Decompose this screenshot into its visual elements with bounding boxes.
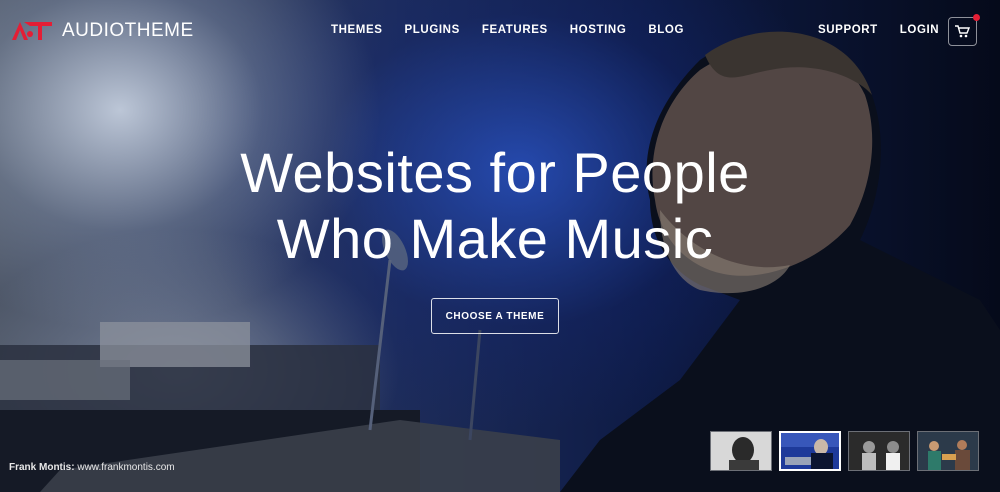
slide-thumbnail-2[interactable]: [779, 431, 841, 471]
nav-features[interactable]: FEATURES: [482, 24, 548, 36]
nav-hosting[interactable]: HOSTING: [570, 24, 627, 36]
main-menu: THEMES PLUGINS FEATURES HOSTING BLOG: [331, 24, 684, 36]
cart-notification-dot: [973, 14, 980, 21]
nav-blog[interactable]: BLOG: [648, 24, 684, 36]
top-navigation: AUDIOTHEME THEMES PLUGINS FEATURES HOSTI…: [0, 0, 1000, 62]
nav-themes[interactable]: THEMES: [331, 24, 383, 36]
choose-theme-button[interactable]: CHOOSE A THEME: [431, 298, 559, 334]
slide-thumbnail-3[interactable]: [848, 431, 910, 471]
cart-icon: [955, 25, 970, 38]
photo-credit-name: Frank Montis:: [9, 462, 75, 473]
audiotheme-logo-icon: [12, 22, 52, 40]
brand-logo[interactable]: AUDIOTHEME: [10, 20, 194, 42]
nav-login[interactable]: LOGIN: [900, 24, 939, 36]
slide-thumbnail-4[interactable]: [917, 431, 979, 471]
photo-credit-link[interactable]: www.frankmontis.com: [77, 462, 174, 473]
cart-button[interactable]: [948, 14, 980, 46]
slide-thumbnail-1[interactable]: [710, 431, 772, 471]
headline-line-2: Who Make Music: [276, 207, 714, 270]
hero-headline: Websites for People Who Make Music: [0, 140, 1000, 272]
photo-credit: Frank Montis: www.frankmontis.com: [9, 462, 175, 473]
brand-name: AUDIOTHEME: [62, 20, 194, 41]
slide-thumbnails: [710, 431, 979, 471]
nav-support[interactable]: SUPPORT: [818, 24, 878, 36]
hero-banner: AUDIOTHEME THEMES PLUGINS FEATURES HOSTI…: [0, 0, 1000, 492]
account-menu: SUPPORT LOGIN: [818, 24, 939, 36]
headline-line-1: Websites for People: [240, 141, 750, 204]
nav-plugins[interactable]: PLUGINS: [405, 24, 460, 36]
